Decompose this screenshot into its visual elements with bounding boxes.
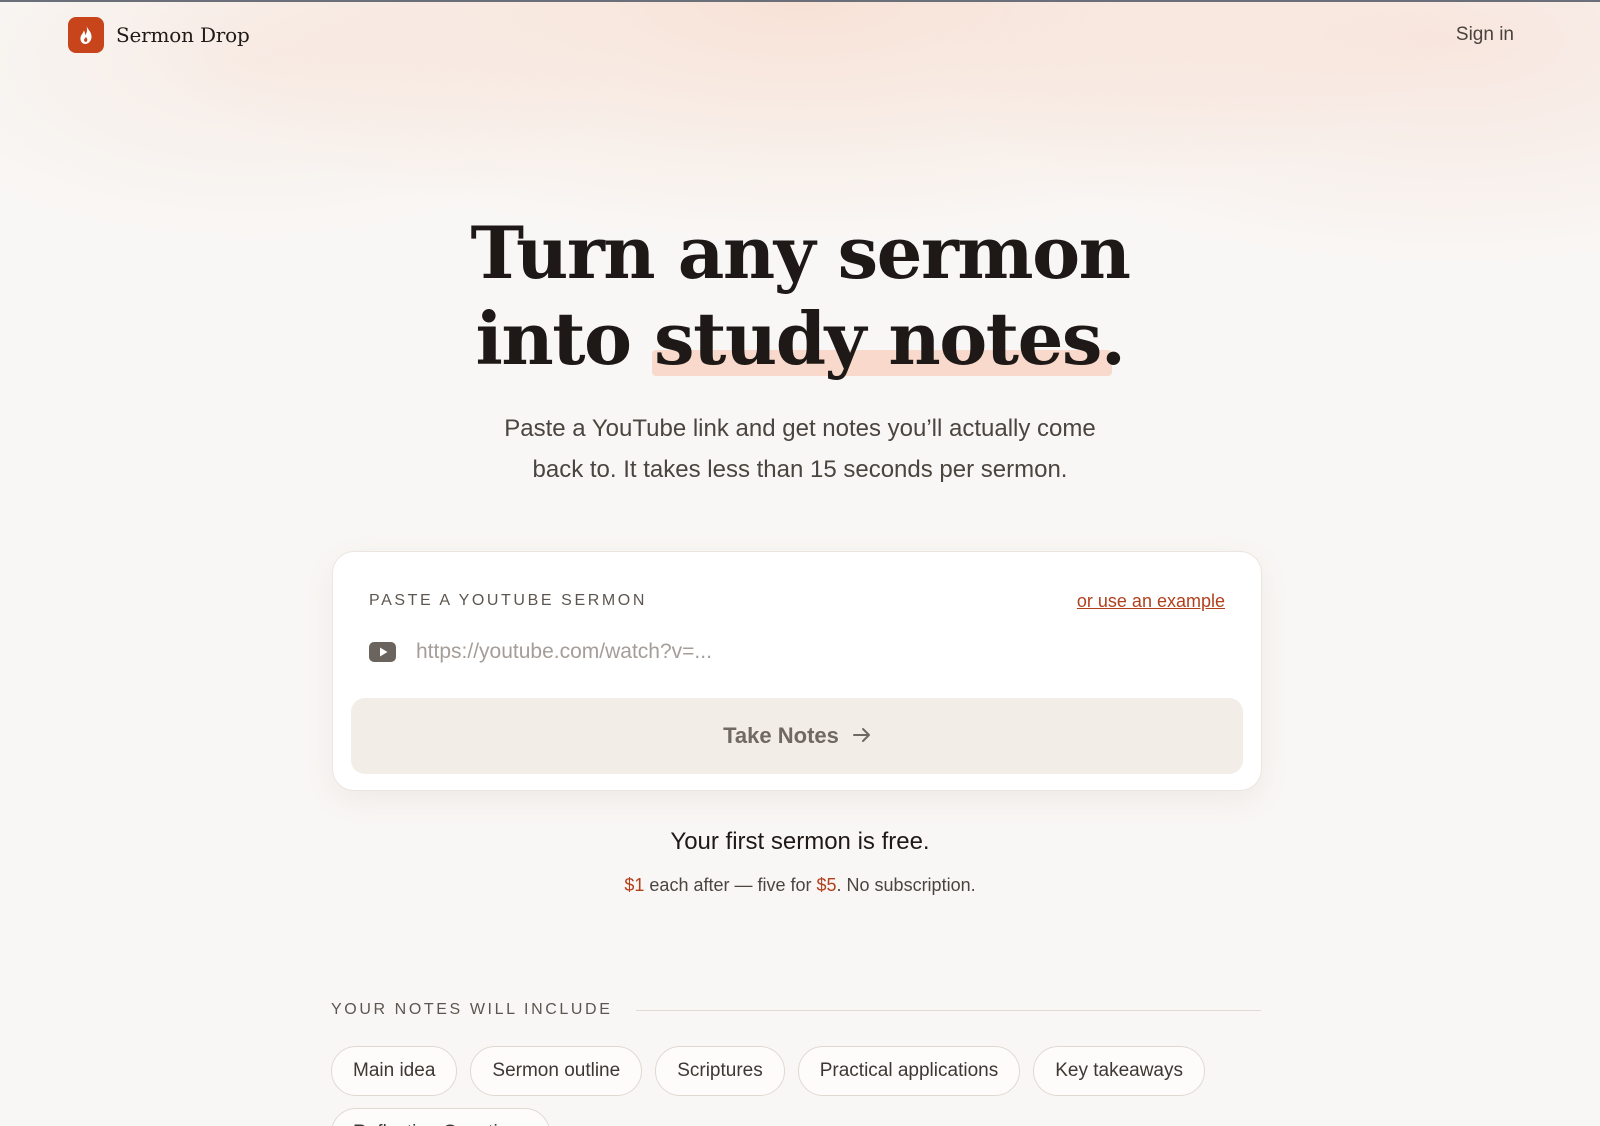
pricing-end-text: . No subscription. (836, 875, 976, 895)
includes-header: YOUR NOTES WILL INCLUDE (331, 999, 1261, 1021)
take-notes-label: Take Notes (723, 723, 839, 748)
sermon-url-card: PASTE A YOUTUBE SERMON or use an example… (332, 551, 1262, 791)
chip-main-idea: Main idea (331, 1046, 458, 1096)
youtube-url-input[interactable] (416, 640, 1225, 664)
price-bundle: $5 (816, 875, 837, 895)
flame-icon (68, 17, 104, 53)
top-border (0, 0, 1600, 2)
brand-home-link[interactable]: Sermon Drop (68, 17, 250, 53)
youtube-icon (369, 642, 396, 662)
hero-title-line-2: into study notes. (0, 296, 1600, 382)
divider (636, 1009, 1261, 1011)
includes-chip-list: Main idea Sermon outline Scriptures Prac… (331, 1046, 1271, 1126)
hero-title-suffix: . (1100, 296, 1126, 381)
includes-label: YOUR NOTES WILL INCLUDE (331, 1001, 613, 1018)
hero-title: Turn any sermon into study notes. (0, 210, 1600, 382)
url-field-label: PASTE A YOUTUBE SERMON (369, 592, 647, 609)
chip-practical-applications: Practical applications (797, 1046, 1021, 1096)
free-offer-text: Your first sermon is free. (670, 828, 930, 855)
arrow-right-icon (852, 723, 871, 749)
sign-in-link[interactable]: Sign in (1456, 24, 1514, 46)
pricing-mid-text: each after — five for (644, 875, 817, 895)
hero-title-line-1: Turn any sermon (470, 210, 1131, 295)
use-example-link[interactable]: or use an example (1077, 591, 1225, 612)
chip-sermon-outline: Sermon outline (470, 1046, 643, 1096)
chip-reflection-questions: Reflection Questions (331, 1108, 551, 1126)
price-single: $1 (624, 875, 645, 895)
url-input-row (369, 630, 1225, 674)
chip-key-takeaways: Key takeaways (1033, 1046, 1205, 1096)
hero-title-highlight: study notes. (652, 296, 1126, 382)
hero-subtitle: Paste a YouTube link and get notes you’l… (0, 408, 1600, 490)
brand-name: Sermon Drop (116, 23, 250, 47)
pricing-text: $1 each after — five for $5. No subscrip… (0, 875, 1600, 896)
hero-title-highlight-text: study notes (654, 296, 1102, 381)
chip-scriptures: Scriptures (655, 1046, 785, 1096)
hero-title-prefix: into (475, 296, 655, 381)
site-header: Sermon Drop Sign in (68, 17, 1514, 53)
hero-subtitle-line-2: back to. It takes less than 15 seconds p… (532, 456, 1068, 483)
hero-subtitle-line-1: Paste a YouTube link and get notes you’l… (504, 415, 1096, 442)
take-notes-button[interactable]: Take Notes (351, 698, 1243, 774)
